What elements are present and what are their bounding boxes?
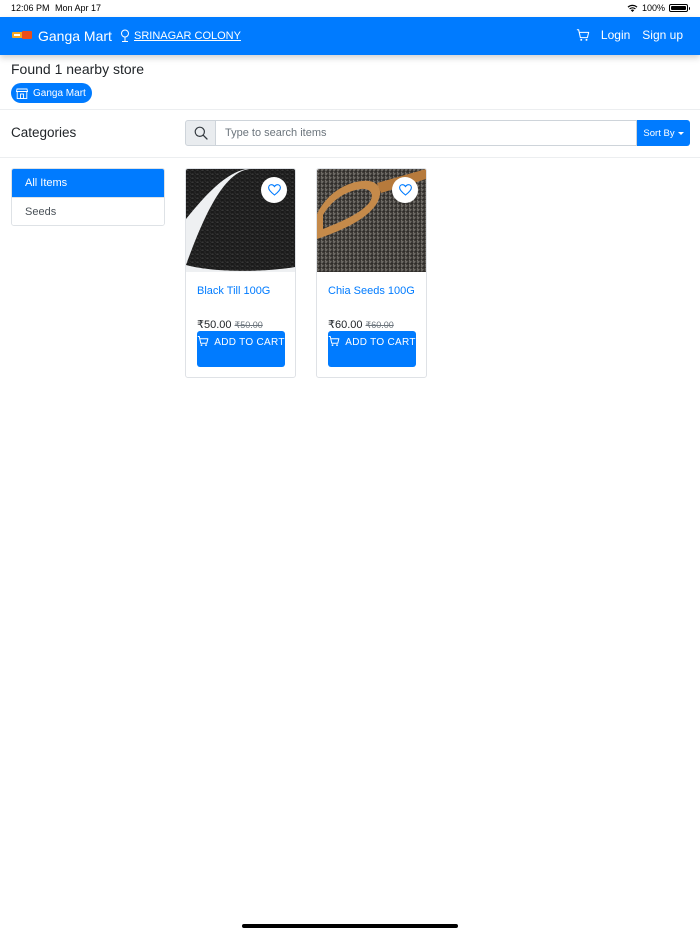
heart-icon: [398, 184, 412, 196]
cart-icon: [197, 336, 209, 347]
battery-icon: [669, 4, 690, 12]
login-link[interactable]: Login: [601, 28, 630, 42]
product-price: ₹50.00: [197, 319, 232, 331]
divider: [0, 109, 700, 110]
status-bar: 12:06 PM Mon Apr 17 100%: [0, 0, 700, 17]
chevron-down-icon: [677, 131, 684, 135]
favorite-button[interactable]: [392, 177, 418, 203]
product-mrp: ₹60.00: [365, 320, 394, 330]
location-pin-icon: [121, 29, 129, 42]
cart-icon: [328, 336, 340, 347]
sort-dropdown-button[interactable]: Sort By: [637, 120, 690, 146]
category-list: All Items Seeds: [11, 168, 165, 226]
home-indicator[interactable]: [242, 924, 458, 928]
status-indicators: 100%: [627, 3, 690, 13]
top-navbar: Ganga Mart SRINAGAR COLONY Login Sign up: [0, 17, 700, 55]
cart-icon[interactable]: [576, 28, 590, 42]
search-input[interactable]: [216, 120, 637, 146]
location-selector[interactable]: SRINAGAR COLONY: [120, 29, 241, 43]
product-mrp: ₹50.00: [234, 320, 263, 330]
divider: [0, 157, 700, 158]
price-row: ₹60.00 ₹60.00: [328, 318, 394, 331]
store-chip[interactable]: Ganga Mart: [11, 83, 92, 103]
add-to-cart-button[interactable]: ADD TO CART: [197, 331, 285, 367]
add-to-cart-label: ADD TO CART: [345, 337, 416, 348]
search-bar: Sort By: [185, 120, 690, 146]
price-row: ₹50.00 ₹50.00: [197, 318, 263, 331]
product-card[interactable]: Black Till 100G ₹50.00 ₹50.00 ADD TO CAR…: [185, 168, 296, 378]
add-to-cart-label: ADD TO CART: [214, 337, 285, 348]
nearby-stores-heading: Found 1 nearby store: [11, 61, 145, 77]
add-to-cart-button[interactable]: ADD TO CART: [328, 331, 416, 367]
category-item-seeds[interactable]: Seeds: [12, 197, 164, 225]
status-time: 12:06 PM: [11, 3, 50, 13]
wifi-icon: [627, 4, 638, 12]
categories-heading: Categories: [11, 125, 77, 140]
status-date: Mon Apr 17: [55, 3, 102, 13]
nav-actions: Login Sign up: [576, 28, 683, 42]
product-card[interactable]: Chia Seeds 100G ₹60.00 ₹60.00 ADD TO CAR…: [316, 168, 427, 378]
brand-logo-icon[interactable]: [12, 31, 32, 39]
product-name[interactable]: Black Till 100G: [197, 285, 270, 297]
search-button[interactable]: [185, 120, 216, 146]
store-icon: [16, 88, 28, 99]
store-chip-label: Ganga Mart: [33, 87, 86, 99]
heart-icon: [267, 184, 281, 196]
sort-label: Sort By: [643, 127, 675, 139]
location-name: SRINAGAR COLONY: [134, 30, 241, 42]
favorite-button[interactable]: [261, 177, 287, 203]
brand-name[interactable]: Ganga Mart: [38, 28, 112, 44]
signup-link[interactable]: Sign up: [642, 28, 683, 42]
product-name[interactable]: Chia Seeds 100G: [328, 285, 415, 297]
search-icon: [194, 126, 208, 140]
category-item-all-items[interactable]: All Items: [12, 169, 164, 197]
product-price: ₹60.00: [328, 319, 363, 331]
battery-percent: 100%: [641, 3, 665, 13]
